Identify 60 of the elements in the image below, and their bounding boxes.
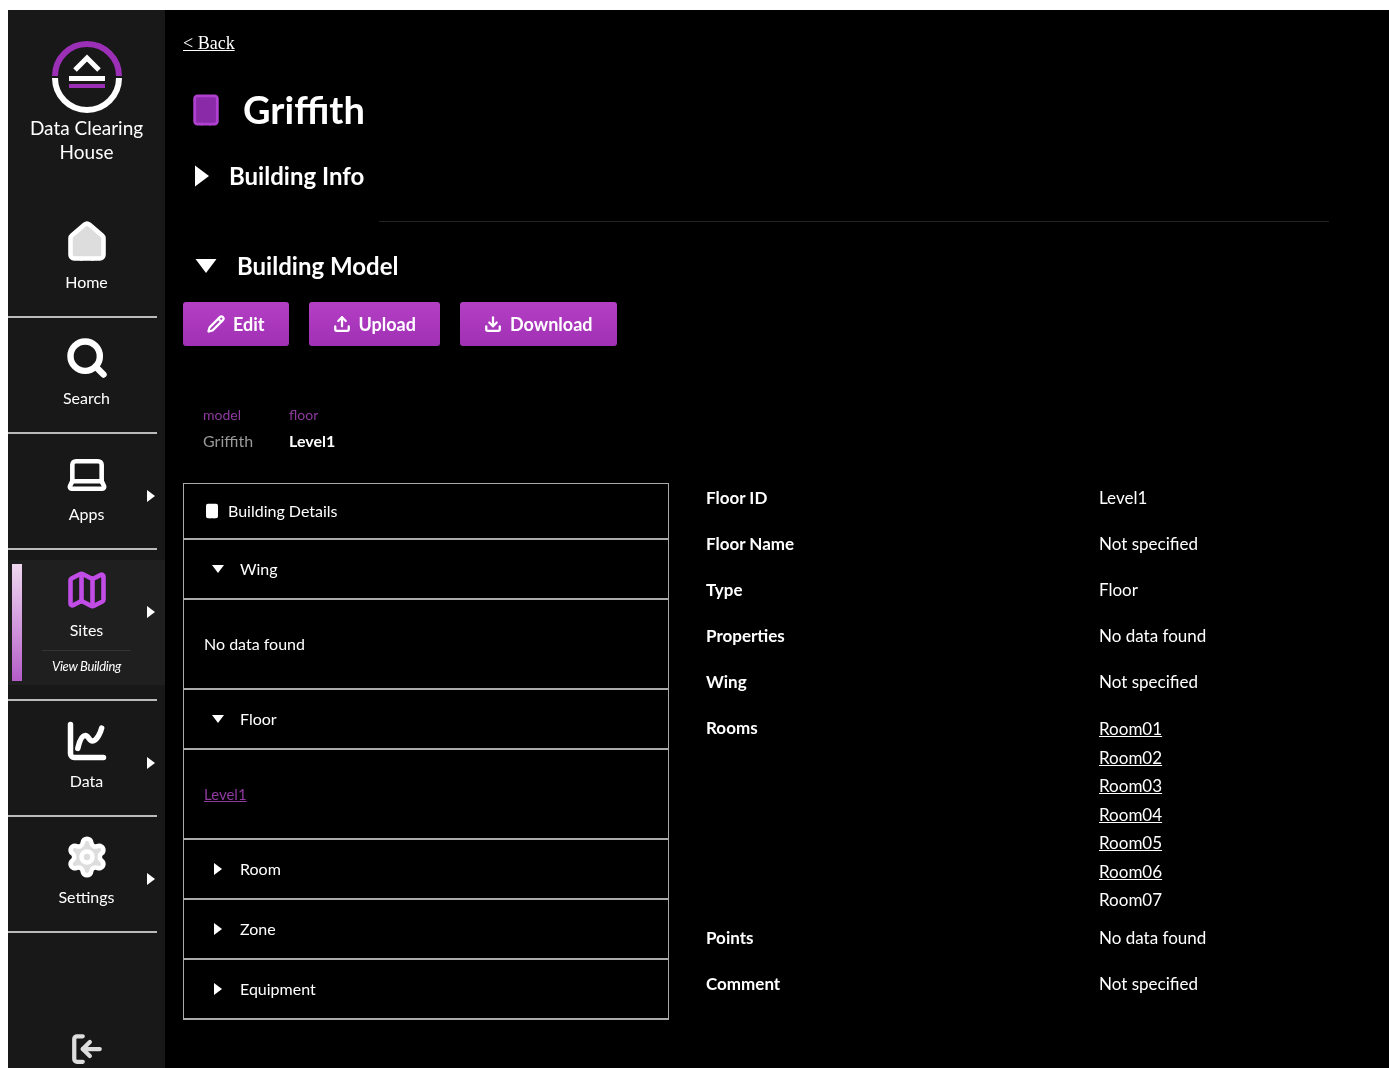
- caret-icon: [195, 165, 209, 187]
- submenu-link[interactable]: View Building: [42, 650, 131, 677]
- caret-icon: [214, 923, 222, 935]
- room-link[interactable]: Room06: [1099, 857, 1163, 886]
- tree-node[interactable]: Floor: [184, 690, 668, 750]
- detail-value: Not specified: [1099, 971, 1198, 996]
- detail-value: Not specified: [1099, 532, 1198, 556]
- page-title: Griffith: [243, 85, 365, 134]
- section-toggle[interactable]: Building Info: [195, 158, 1329, 194]
- tree-node[interactable]: Room: [184, 840, 668, 900]
- detail-value: No data found: [1099, 925, 1207, 950]
- caret-icon: [214, 863, 222, 875]
- tree-header: Building Details: [228, 500, 338, 522]
- detail-label: Comment: [706, 971, 782, 996]
- download-icon: [484, 315, 502, 333]
- detail-label: Points: [706, 925, 755, 950]
- detail-label: Properties: [706, 624, 786, 648]
- breadcrumb-item[interactable]: Level1: [289, 429, 336, 453]
- detail-label: Rooms: [706, 716, 759, 740]
- caret-icon: [212, 715, 224, 723]
- pencil-icon: [207, 315, 225, 333]
- detail-label: Type: [706, 578, 744, 602]
- section-toggle[interactable]: Building Model: [195, 248, 1329, 284]
- detail-value: Level1: [1099, 486, 1148, 510]
- room-link[interactable]: Room01: [1099, 715, 1163, 744]
- nav-item[interactable]: Search: [8, 328, 165, 418]
- tree-node[interactable]: Equipment: [184, 960, 668, 1020]
- nav-item[interactable]: Settings: [8, 826, 165, 917]
- room-link[interactable]: Room03: [1099, 772, 1163, 801]
- room-link[interactable]: Room02: [1099, 743, 1163, 772]
- tree-node[interactable]: Zone: [184, 900, 668, 960]
- breadcrumb-type: model: [203, 405, 242, 425]
- tree-node[interactable]: Wing: [184, 540, 668, 600]
- breadcrumb-item[interactable]: Griffith: [203, 429, 254, 453]
- detail-value: Floor: [1099, 578, 1138, 602]
- nav-item[interactable]: Home: [8, 212, 165, 302]
- room-link[interactable]: Room05: [1099, 829, 1163, 858]
- nav-item[interactable]: Data: [8, 710, 165, 801]
- breadcrumb-type: floor: [289, 405, 320, 425]
- caret-icon: [214, 983, 222, 995]
- brand-name: Data Clearing House: [28, 116, 145, 164]
- nav-item[interactable]: Apps: [8, 444, 165, 534]
- caret-icon: [212, 565, 224, 573]
- detail-value: No data found: [1099, 624, 1207, 648]
- nav-item[interactable]: Sites View Building: [8, 560, 165, 685]
- detail-value: Not specified: [1099, 670, 1198, 694]
- back-link[interactable]: < Back: [183, 30, 235, 57]
- detail-label: Wing: [706, 670, 748, 694]
- logout-icon[interactable]: [69, 1032, 104, 1066]
- search-icon: [64, 336, 109, 380]
- upload-icon: [332, 315, 351, 333]
- upload-button[interactable]: Upload: [308, 302, 440, 346]
- empty-message: No data found: [204, 633, 305, 655]
- room-link[interactable]: Room04: [1099, 800, 1163, 829]
- detail-label: Floor Name: [706, 532, 796, 556]
- detail-value: Room07: [1099, 888, 1163, 912]
- detail-label: Floor ID: [706, 486, 769, 510]
- caret-icon: [195, 259, 217, 273]
- edit-button[interactable]: Edit: [183, 302, 289, 346]
- download-button[interactable]: Download: [460, 302, 617, 346]
